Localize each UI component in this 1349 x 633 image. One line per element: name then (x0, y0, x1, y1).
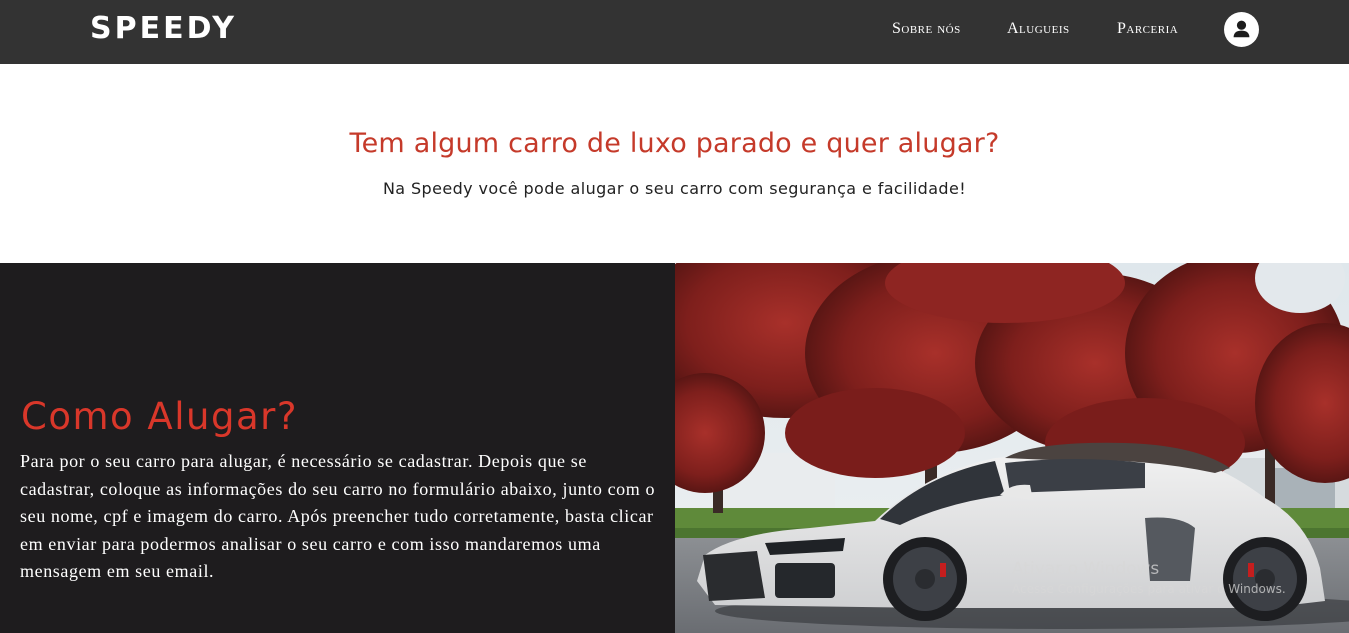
navbar: SPEEDY Sobre nós Alugueis Parceria (0, 0, 1349, 64)
watermark-title: Ativar o Windows (1012, 559, 1160, 579)
watermark-subtitle: Acesse Configurações para ativar o Windo… (1012, 582, 1286, 596)
how-to-rent-title: Como Alugar? (21, 395, 298, 438)
windows-activation-watermark: Ativar o Windows Acesse Configurações pa… (1012, 558, 1307, 598)
how-to-rent-section: Como Alugar? Para por o seu carro para a… (0, 263, 675, 633)
user-circle-icon (1233, 20, 1250, 38)
nav-link-alugueis[interactable]: Alugueis (1007, 19, 1070, 39)
nav-link-sobre-nos[interactable]: Sobre nós (892, 19, 961, 39)
intro-section: Tem algum carro de luxo parado e quer al… (0, 64, 1349, 263)
brand-logo[interactable]: SPEEDY (90, 10, 237, 48)
intro-title: Tem algum carro de luxo parado e quer al… (349, 128, 1000, 159)
nav-link-parceria[interactable]: Parceria (1117, 19, 1178, 39)
intro-subtitle: Na Speedy você pode alugar o seu carro c… (382, 179, 967, 198)
how-to-rent-text: Para por o seu carro para alugar, é nece… (20, 451, 656, 581)
profile-button[interactable] (1224, 12, 1259, 47)
